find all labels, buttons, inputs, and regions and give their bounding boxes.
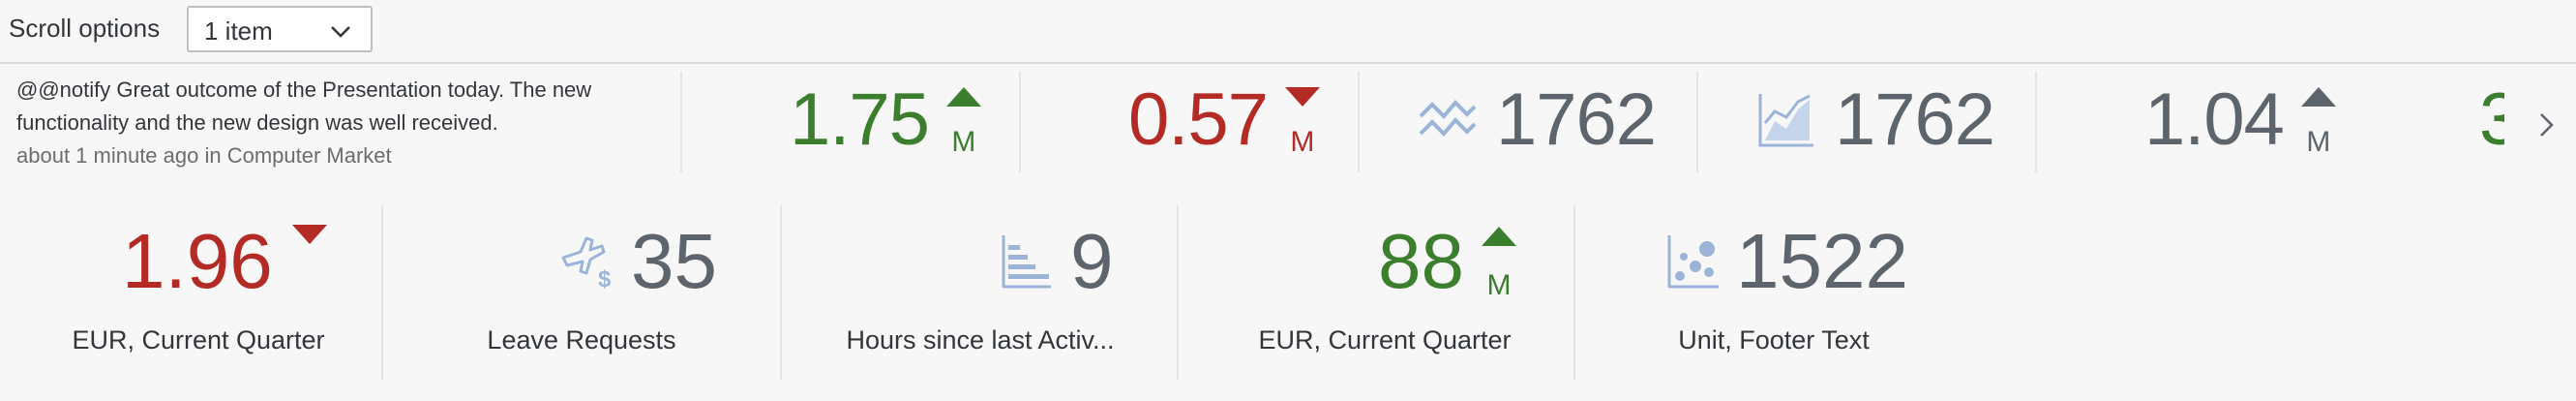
kpi-tile-1[interactable]: 1.96 EUR, Current Quarter <box>0 200 397 382</box>
divider <box>2035 72 2037 172</box>
tile-footer: EUR, Current Quarter <box>72 325 325 355</box>
tile-value: 9 <box>1070 218 1114 304</box>
strip-kpi-1[interactable]: 1.75 M <box>790 83 981 157</box>
kpi-value: 1762 <box>1835 78 1995 161</box>
divider <box>1358 72 1360 172</box>
kpi-tile-5[interactable]: 1522 Unit, Footer Text <box>1575 200 1972 382</box>
divider <box>1019 72 1021 172</box>
divider <box>680 72 682 172</box>
feed-item[interactable]: @@notify Great outcome of the Presentati… <box>16 74 674 172</box>
strip-kpi-4[interactable]: 1762 <box>1757 78 1995 161</box>
chevron-down-icon <box>331 26 350 38</box>
feed-text-line1: @@notify Great outcome of the Presentati… <box>16 77 592 102</box>
divider <box>1696 72 1698 172</box>
divider <box>1177 205 1179 380</box>
area-chart-icon <box>1758 94 1813 147</box>
tile-footer: EUR, Current Quarter <box>1258 325 1512 355</box>
tile-scale: M <box>1486 269 1512 301</box>
toolbar: Scroll options 1 item <box>0 0 2576 64</box>
kpi-value: 3 <box>2479 83 2504 161</box>
strip-kpi-5[interactable]: 1.04 M <box>2144 83 2336 157</box>
scatter-chart-icon <box>1667 235 1719 289</box>
tile-footer: Unit, Footer Text <box>1678 325 1870 355</box>
tile-value: 1522 <box>1736 218 1908 304</box>
kpi-value: 0.57 <box>1128 78 1269 161</box>
line-chart-icon <box>1419 100 1477 137</box>
kpi-tile-4[interactable]: 88 M EUR, Current Quarter <box>1186 200 1583 382</box>
trend-down-icon <box>291 225 327 244</box>
tile-value: 1.96 <box>122 218 273 304</box>
scroll-options-label: Scroll options <box>9 14 161 43</box>
tile-footer: Hours since last Activ... <box>846 325 1115 355</box>
svg-text:$: $ <box>598 266 612 291</box>
kpi-strip: @@notify Great outcome of the Presentati… <box>0 62 2576 180</box>
kpi-tile-3[interactable]: 9 Hours since last Activ... <box>782 200 1179 382</box>
kpi-tile-2[interactable]: $ 35 Leave Requests <box>383 200 780 382</box>
kpi-scale: M <box>1290 126 1315 158</box>
bar-chart-icon <box>1002 235 1051 289</box>
strip-kpi-2[interactable]: 0.57 M <box>1128 83 1320 157</box>
kpi-scale: M <box>951 126 976 158</box>
strip-kpi-3[interactable]: 1762 <box>1419 78 1657 161</box>
trend-up-icon <box>945 87 981 107</box>
kpi-value: 1762 <box>1496 78 1657 161</box>
feed-meta: about 1 minute ago in Computer Market <box>16 143 392 168</box>
scroll-options-select[interactable]: 1 item <box>187 6 373 52</box>
travel-expense-icon: $ <box>561 236 612 291</box>
scroll-options-value: 1 item <box>204 16 273 46</box>
trend-up-icon <box>1481 227 1516 246</box>
kpi-scale: M <box>2306 126 2331 158</box>
chevron-right-icon[interactable] <box>2535 110 2559 139</box>
feed-text-line2: functionality and the new design was wel… <box>16 110 498 135</box>
kpi-value: 1.04 <box>2144 78 2285 161</box>
tile-footer: Leave Requests <box>487 325 676 355</box>
tile-value: 35 <box>631 218 717 304</box>
tile-value: 88 <box>1378 218 1464 304</box>
kpi-value: 1.75 <box>790 78 930 161</box>
trend-up-icon <box>2300 87 2336 107</box>
trend-down-icon <box>1284 87 1320 107</box>
strip-kpi-6[interactable]: 3 <box>2479 83 2504 161</box>
